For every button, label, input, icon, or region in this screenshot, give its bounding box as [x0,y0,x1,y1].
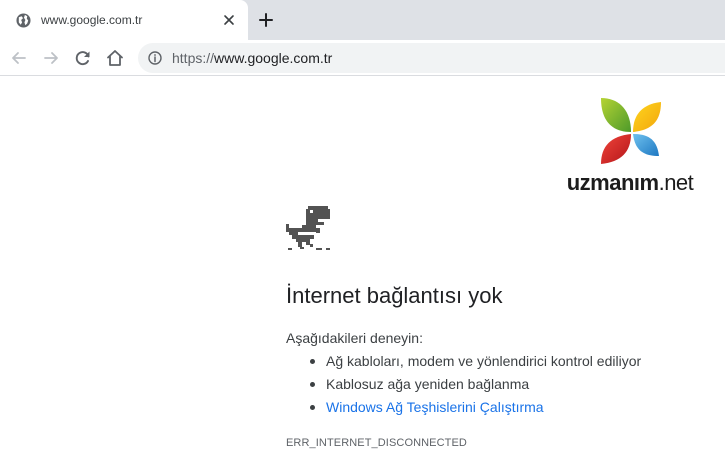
plus-icon[interactable] [257,11,275,29]
suggestion-list: Ağ kabloları, modem ve yönlendirici kont… [306,352,641,421]
tab-strip: www.google.com.tr [0,0,725,40]
url-text[interactable]: https://www.google.com.tr [172,50,332,66]
url-scheme: https:// [172,50,215,66]
network-diagnostics-link[interactable]: Windows Ağ Teşhislerini Çalıştırma [326,399,544,415]
uzmanim-logo-text: uzmanım.net [555,170,705,196]
arrow-right-icon[interactable] [41,48,61,68]
globe-icon [16,13,31,28]
list-item: Ağ kabloları, modem ve yönlendirici kont… [306,352,641,375]
browser-tab[interactable]: www.google.com.tr [0,0,248,40]
close-icon[interactable] [222,13,236,27]
browser-toolbar: https://www.google.com.tr [0,40,725,76]
arrow-left-icon[interactable] [9,48,29,68]
address-bar[interactable]: https://www.google.com.tr [138,43,725,73]
list-item: Windows Ağ Teşhislerini Çalıştırma [306,398,641,421]
logo-suffix: .net [658,170,694,195]
uzmanim-watermark-logo: uzmanım.net [555,96,705,196]
dinosaur-icon [286,206,330,250]
error-intro: Aşağıdakileri deneyin: [286,330,423,346]
error-title: İnternet bağlantısı yok [286,283,503,308]
info-icon[interactable] [148,51,162,65]
error-code: ERR_INTERNET_DISCONNECTED [286,437,467,449]
logo-brand: uzmanım [566,170,659,195]
tab-title: www.google.com.tr [41,13,143,27]
list-item: Kablosuz ağa yeniden bağlanma [306,375,641,398]
home-icon[interactable] [105,48,125,68]
uzmanim-logo-mark [601,98,661,164]
reload-icon[interactable] [73,48,93,68]
url-host: www.google.com.tr [214,50,333,66]
